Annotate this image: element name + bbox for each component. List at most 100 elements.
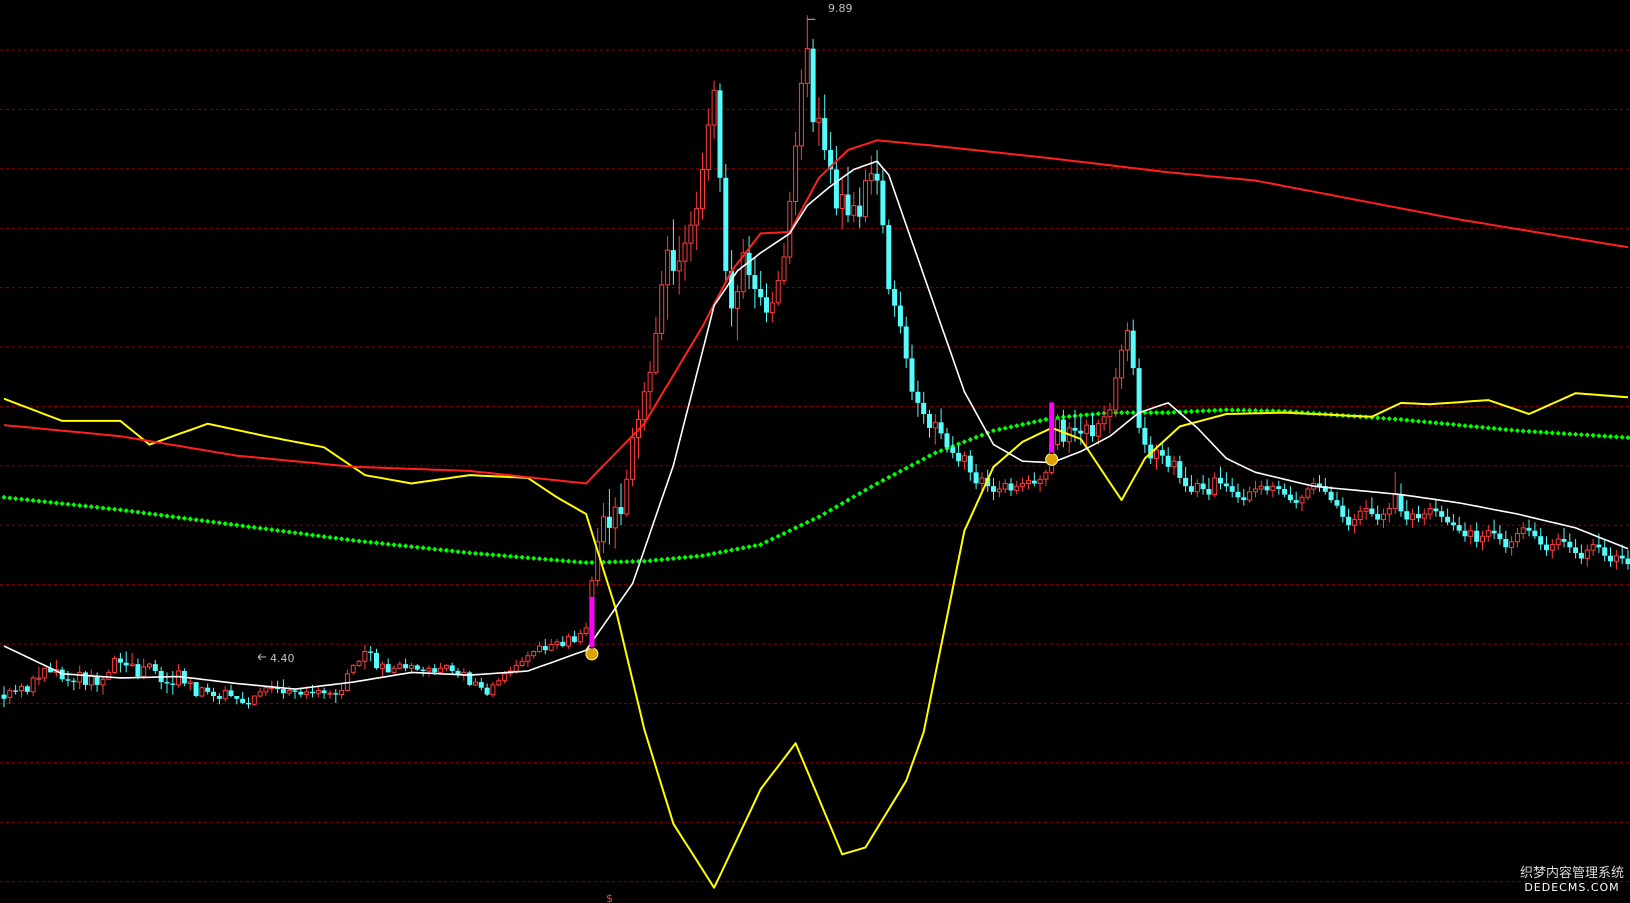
green-dot [275,527,281,534]
green-dot [362,539,368,545]
candle-body [1253,488,1258,493]
candle [473,677,478,687]
candle [606,489,612,545]
candle [362,644,368,670]
candle-body [723,177,729,271]
candle [112,655,118,674]
candle-body [65,679,71,681]
candle-body [641,391,647,421]
candle [100,676,106,695]
candle-body [1398,494,1404,512]
green-dot [1031,419,1037,425]
green-dot [653,557,659,563]
candle [1573,539,1579,559]
green-dot [921,456,927,462]
candle-body [1212,477,1218,496]
green-dot [298,530,304,537]
candle-body [1392,494,1398,510]
green-dot [210,519,217,525]
candle-body [333,693,339,695]
candle [1340,497,1346,523]
candle [775,270,781,306]
candle-body [921,402,927,414]
green-dot [1602,433,1608,439]
candle-body [1014,485,1020,491]
candle-body [571,636,577,642]
candle-body [967,455,973,473]
candle-body [618,507,624,514]
candle-body [1532,530,1538,537]
green-dot [106,506,112,512]
candle-body [1480,535,1485,543]
green-dot [1066,413,1072,420]
green-dot [13,496,19,502]
signal-bar [589,596,595,647]
candle-body [1124,330,1130,351]
candle-body [71,680,77,683]
green-dot [100,505,106,511]
green-dot [857,490,863,497]
candle-body [775,280,781,304]
candle-body [781,256,787,282]
green-dot [1194,408,1200,414]
green-dot [1241,407,1247,413]
green-dot [24,497,30,503]
candle-body [1223,483,1229,487]
green-dot [339,536,345,542]
green-dot [36,498,42,504]
candle-body [374,652,379,669]
candle [1293,491,1299,509]
candle [1445,508,1451,526]
price-labels: 9.89 4.40 $ [257,2,853,903]
candle [193,682,199,698]
green-dot [1206,408,1212,414]
candle [1206,477,1212,501]
green-dot [909,462,915,468]
green-dot [309,532,316,538]
candle [1421,508,1427,526]
yellow-line [3,392,1629,889]
candle-body [630,437,636,480]
candle-body [1497,533,1503,540]
candle [548,639,554,652]
green-dot [1223,407,1229,413]
candle-body [490,684,496,696]
candle [1398,483,1404,517]
candle-body [356,660,362,666]
candle-body [1258,485,1264,490]
green-dot [1503,427,1509,433]
green-dot [536,556,543,562]
green-dot [496,552,502,558]
green-dot [280,528,286,534]
candle-body [1538,536,1544,545]
candle-body [1357,510,1363,521]
candle-body [426,667,432,672]
candle [1113,368,1119,417]
green-dot [606,559,612,565]
green-dot [1613,434,1619,440]
candle [88,669,94,691]
green-dot [560,558,566,564]
candle-body [100,678,106,686]
candle-body [496,680,502,686]
candle [577,629,583,645]
candle [1416,505,1421,523]
candle-body [1410,513,1416,521]
candle [77,665,83,690]
candle-body [694,207,700,226]
candle-body [7,689,13,698]
candle-body [414,665,420,670]
candle [1497,525,1503,545]
green-dot [391,542,397,548]
candle [292,689,298,699]
green-dot [763,539,770,545]
candle-body [310,691,315,694]
candle [1043,469,1049,487]
candle [705,108,711,181]
candle [158,666,164,690]
candle [205,683,211,695]
green-dot [397,542,403,548]
green-dot [1497,426,1503,432]
candle-body [42,667,48,679]
green-dot [903,465,909,471]
